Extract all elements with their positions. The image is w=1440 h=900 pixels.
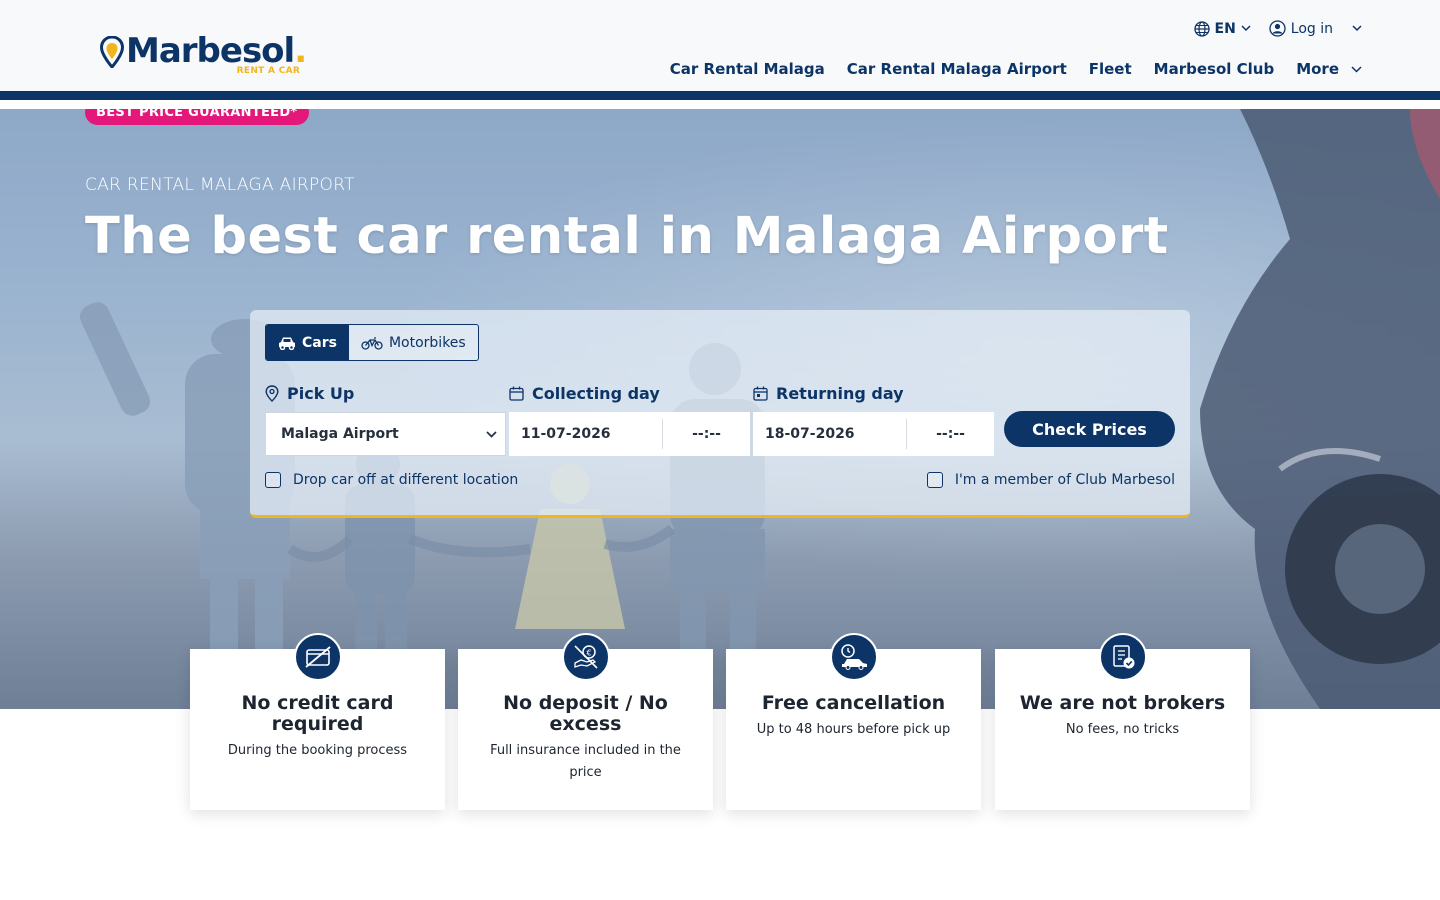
booking-form: Cars Motorbikes Pick Up Malaga Airport C… bbox=[250, 310, 1190, 518]
feature-card-no-deposit: € No deposit / No excess Full insurance … bbox=[458, 633, 713, 810]
pickup-location-value: Malaga Airport bbox=[281, 426, 399, 442]
chevron-down-icon bbox=[1351, 65, 1362, 73]
pickup-label-text: Pick Up bbox=[287, 384, 355, 403]
globe-icon bbox=[1193, 20, 1210, 37]
chevron-down-icon bbox=[1352, 25, 1362, 32]
logo-subtitle: RENT A CAR bbox=[236, 66, 301, 76]
location-pin-logo-icon bbox=[100, 36, 124, 68]
marbesol-logo[interactable]: Marbesol. RENT A CAR bbox=[100, 31, 307, 76]
feature-subtitle: No fees, no tricks bbox=[1065, 722, 1180, 737]
collecting-day-field: 11-07-2026 --:-- bbox=[509, 412, 750, 456]
verified-document-icon bbox=[1098, 633, 1147, 681]
login-label: Log in bbox=[1290, 20, 1333, 37]
nav-more-label: More bbox=[1296, 60, 1339, 78]
dropoff-checkbox[interactable] bbox=[265, 472, 281, 488]
user-circle-icon bbox=[1269, 20, 1286, 37]
feature-subtitle: Full insurance included in the price bbox=[490, 743, 681, 780]
feature-card-free-cancellation: Free cancellation Up to 48 hours before … bbox=[726, 633, 981, 810]
pickup-label: Pick Up bbox=[265, 384, 354, 403]
logo-dot: . bbox=[294, 31, 307, 71]
dropoff-different-location-option[interactable]: Drop car off at different location bbox=[265, 472, 518, 488]
best-price-badge: BEST PRICE GUARANTEED* bbox=[85, 109, 309, 125]
tab-motorbikes-label: Motorbikes bbox=[388, 334, 466, 351]
tab-motorbikes[interactable]: Motorbikes bbox=[348, 325, 478, 360]
returning-day-label: Returning day bbox=[753, 384, 904, 403]
feature-card-not-brokers: We are not brokers No fees, no tricks bbox=[995, 633, 1250, 810]
tab-cars-label: Cars bbox=[302, 334, 337, 351]
club-member-checkbox[interactable] bbox=[926, 472, 943, 488]
returning-day-field: 18-07-2026 --:-- bbox=[753, 412, 994, 456]
language-selector[interactable]: EN bbox=[1193, 20, 1251, 37]
feature-title: Free cancellation bbox=[761, 692, 946, 714]
tab-cars[interactable]: Cars bbox=[266, 325, 349, 360]
feature-subtitle: Up to 48 hours before pick up bbox=[756, 722, 951, 737]
calendar-icon bbox=[509, 386, 524, 401]
location-pin-icon bbox=[265, 385, 279, 402]
main-nav: Car Rental Malaga Car Rental Malaga Airp… bbox=[670, 60, 1362, 78]
hero-title: The best car rental in Malaga Airport bbox=[85, 207, 1169, 266]
utility-bar: EN Log in bbox=[1193, 20, 1363, 37]
nav-marbesol-club[interactable]: Marbesol Club bbox=[1154, 60, 1275, 78]
language-label: EN bbox=[1214, 20, 1236, 37]
site-header: Marbesol. RENT A CAR EN Log in Car Renta… bbox=[0, 0, 1440, 100]
feature-title: We are not brokers bbox=[1019, 692, 1226, 714]
clock-car-icon bbox=[829, 633, 878, 681]
check-prices-button[interactable]: Check Prices bbox=[1004, 411, 1175, 447]
collecting-day-label-text: Collecting day bbox=[532, 384, 660, 403]
no-deposit-icon: € bbox=[561, 633, 610, 681]
feature-card-no-credit-card: No credit card required During the booki… bbox=[190, 633, 445, 810]
nav-more[interactable]: More bbox=[1296, 60, 1362, 78]
collecting-day-label: Collecting day bbox=[509, 384, 660, 403]
nav-car-rental-malaga[interactable]: Car Rental Malaga bbox=[670, 60, 825, 78]
logo-text: Marbesol bbox=[126, 31, 295, 71]
chevron-down-icon bbox=[1241, 25, 1251, 32]
collecting-date-input[interactable]: 11-07-2026 bbox=[509, 419, 663, 449]
nav-car-rental-malaga-airport[interactable]: Car Rental Malaga Airport bbox=[847, 60, 1067, 78]
nav-fleet[interactable]: Fleet bbox=[1089, 60, 1132, 78]
pickup-location-select[interactable]: Malaga Airport bbox=[265, 412, 506, 456]
chevron-down-icon bbox=[486, 430, 497, 438]
car-icon bbox=[279, 337, 295, 350]
login-menu[interactable]: Log in bbox=[1269, 20, 1362, 37]
club-member-checkbox-label: I'm a member of Club Marbesol bbox=[954, 472, 1175, 488]
club-member-option[interactable]: I'm a member of Club Marbesol bbox=[926, 472, 1175, 488]
credit-card-crossed-icon bbox=[293, 633, 342, 681]
returning-day-label-text: Returning day bbox=[776, 384, 904, 403]
returning-time-input[interactable]: --:-- bbox=[907, 426, 994, 442]
feature-title: No credit card required bbox=[241, 692, 394, 735]
dropoff-checkbox-label: Drop car off at different location bbox=[293, 472, 519, 488]
hero-eyebrow: CAR RENTAL MALAGA AIRPORT bbox=[85, 175, 355, 195]
returning-date-input[interactable]: 18-07-2026 bbox=[753, 419, 907, 449]
motorbike-icon bbox=[361, 336, 383, 350]
collecting-time-input[interactable]: --:-- bbox=[663, 426, 750, 442]
feature-subtitle: During the booking process bbox=[227, 743, 408, 758]
vehicle-type-tabs: Cars Motorbikes bbox=[265, 324, 479, 361]
svg-text:€: € bbox=[586, 649, 591, 658]
feature-title: No deposit / No excess bbox=[503, 692, 668, 735]
calendar-check-icon bbox=[753, 386, 768, 401]
